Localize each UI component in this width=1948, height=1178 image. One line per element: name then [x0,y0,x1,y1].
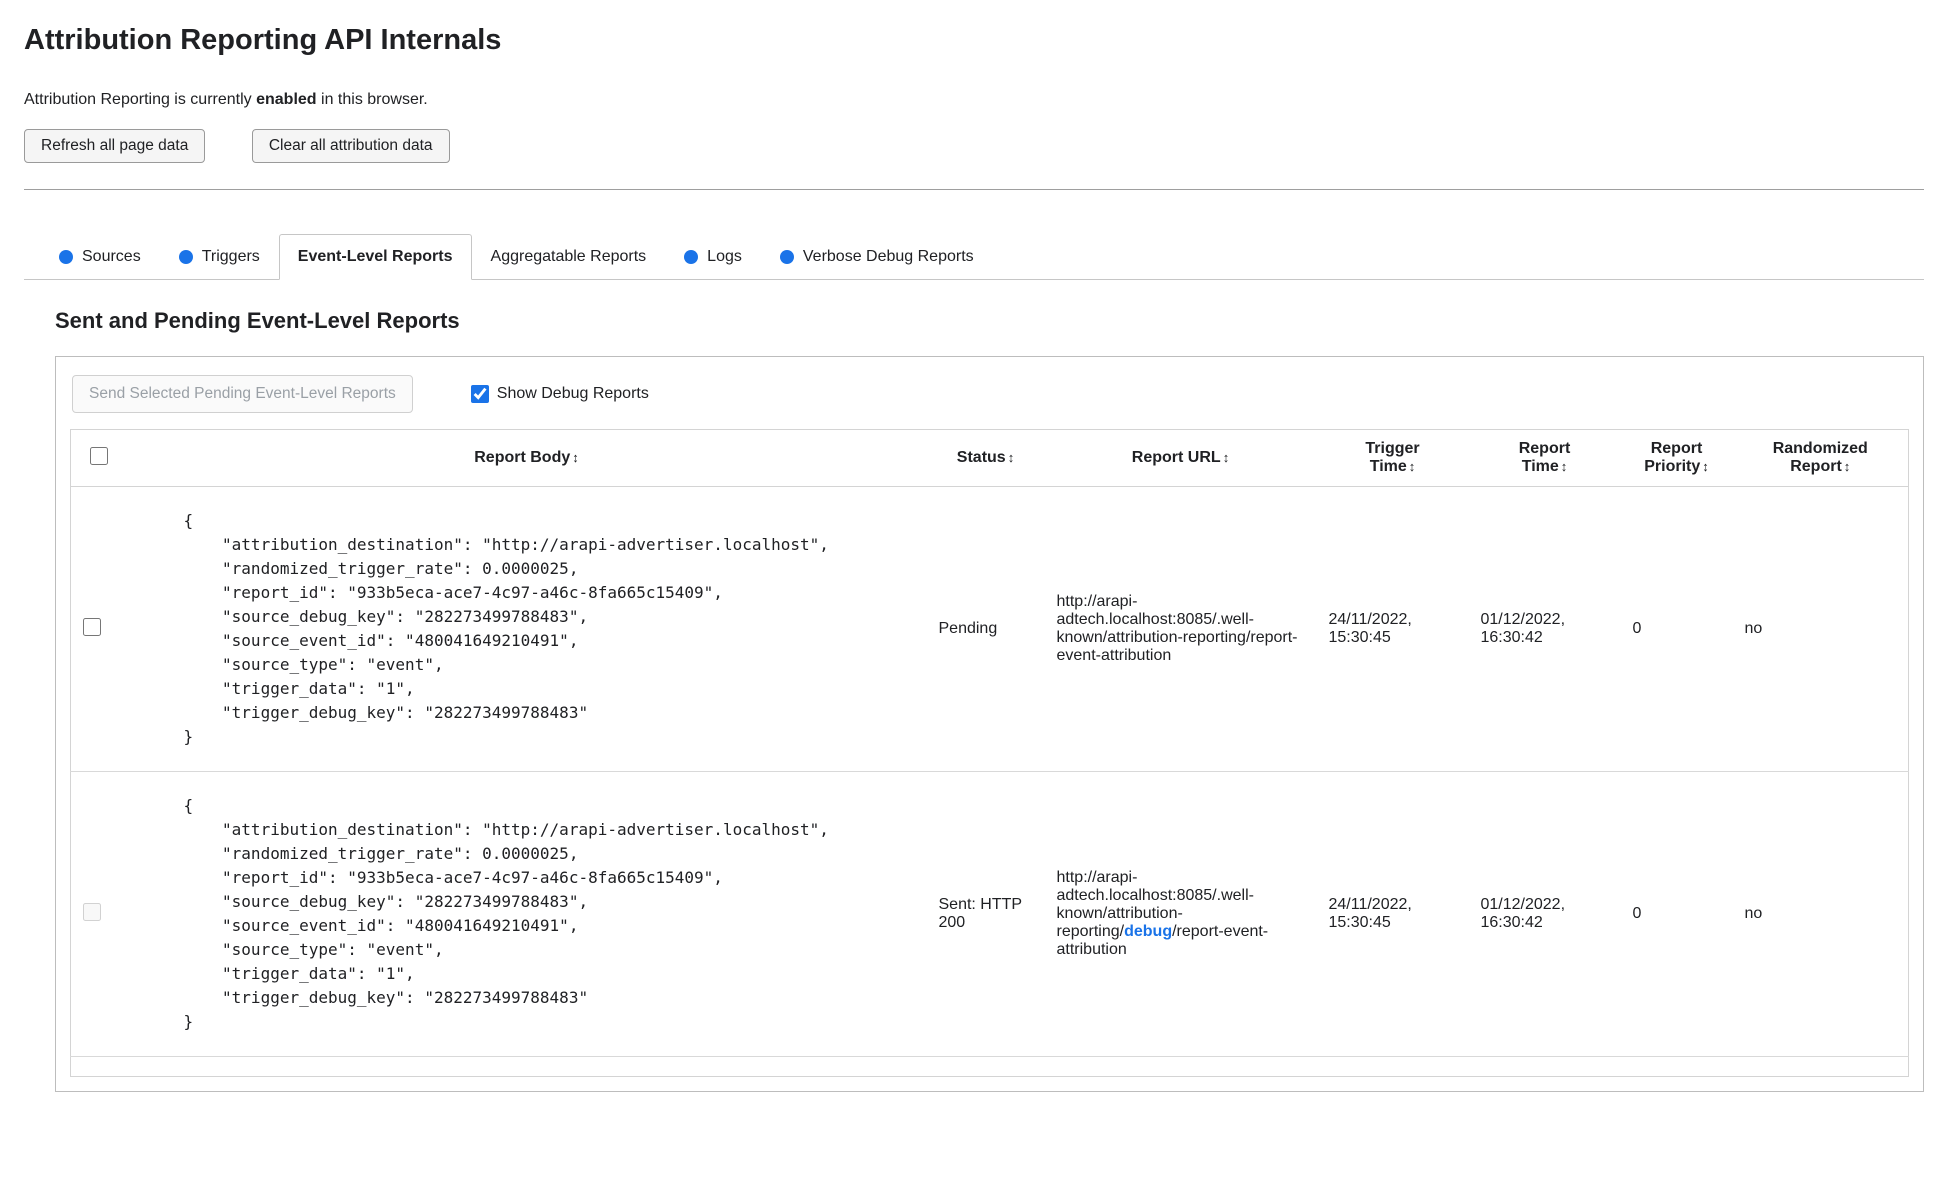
report-time-cell: 01/12/2022, 16:30:42 [1468,486,1621,772]
status-text-prefix: Attribution Reporting is currently [24,91,257,108]
show-debug-reports-toggle[interactable]: Show Debug Reports [470,385,649,403]
show-debug-reports-label: Show Debug Reports [496,385,649,402]
column-header-randomized-report[interactable]: Randomized Report ↕ [1732,429,1909,487]
refresh-all-page-data-button[interactable]: Refresh all page data [24,129,206,163]
sort-icon: ↕ [1560,459,1568,474]
column-header-report-time[interactable]: Report Time ↕ [1468,429,1621,487]
tab-triggers[interactable]: Triggers [160,234,279,280]
report-row-pending: { "attribution_destination": "http://ara… [70,486,1909,772]
tab-sources-label: Sources [82,248,141,265]
row-select-checkbox-disabled [83,902,101,921]
report-row-sent-debug: { "attribution_destination": "http://ara… [70,771,1909,1057]
tab-verbose-debug-reports[interactable]: Verbose Debug Reports [761,234,993,280]
report-url-cell: http://arapi-adtech.localhost:8085/.well… [1044,486,1317,772]
tab-triggers-label: Triggers [201,248,260,265]
randomized-report-cell: no [1732,486,1909,772]
clear-all-attribution-data-button[interactable]: Clear all attribution data [251,129,450,163]
reports-panel: Send Selected Pending Event-Level Report… [55,356,1924,1092]
report-priority-cell: 0 [1620,771,1733,1057]
sort-icon: ↕ [1408,459,1416,474]
status-cell: Sent: HTTP 200 [926,771,1045,1057]
sources-status-dot-icon [59,250,73,264]
tab-aggregatable-reports[interactable]: Aggregatable Reports [472,234,666,280]
event-level-reports-table: Report Body ↕ Status ↕ Report URL ↕ Trigger… [70,429,1909,1077]
tab-sources[interactable]: Sources [40,234,160,280]
randomized-report-cell: no [1732,771,1909,1057]
report-url-text: http://arapi-adtech.localhost:8085/.well… [1056,593,1298,664]
tab-event-level-reports[interactable]: Event-Level Reports [278,234,472,280]
status-enabled-text: enabled [256,91,317,108]
report-body-json: { "attribution_destination": "http://ara… [183,796,829,1031]
column-header-report-body[interactable]: Report Body ↕ [126,429,927,487]
sort-icon: ↕ [1222,450,1230,465]
top-buttons-row: Refresh all page data Clear all attribut… [24,129,1924,163]
sort-icon: ↕ [1007,450,1015,465]
tab-logs-label: Logs [707,248,742,265]
trigger-time-cell: 24/11/2022, 15:30:45 [1316,771,1469,1057]
tab-logs[interactable]: Logs [665,234,761,280]
select-all-checkbox[interactable] [89,446,108,465]
table-footer-spacer [71,1057,1909,1077]
divider [24,189,1924,190]
row-checkbox-cell [70,486,127,772]
column-header-trigger-time[interactable]: Trigger Time ↕ [1316,429,1469,487]
report-body-cell: { "attribution_destination": "http://ara… [126,771,927,1057]
attribution-internals-page: Attribution Reporting API Internals Attr… [0,0,1948,1116]
tab-content: Sent and Pending Event-Level Reports Sen… [55,308,1924,1092]
verbose-debug-status-dot-icon [779,250,794,264]
section-heading: Sent and Pending Event-Level Reports [55,308,460,333]
report-body-cell: { "attribution_destination": "http://ara… [126,486,927,772]
send-selected-pending-reports-button[interactable]: Send Selected Pending Event-Level Report… [72,375,413,413]
tab-event-level-reports-label: Event-Level Reports [297,248,453,265]
row-checkbox-cell [70,771,127,1057]
logs-status-dot-icon [684,250,699,264]
sort-icon: ↕ [1843,459,1851,474]
column-header-report-priority[interactable]: Report Priority ↕ [1620,429,1733,487]
debug-link[interactable]: debug [1124,923,1172,940]
sort-icon: ↕ [1702,459,1709,474]
panel-controls: Send Selected Pending Event-Level Report… [72,375,1909,413]
tab-aggregatable-reports-label: Aggregatable Reports [490,248,647,265]
status-text-suffix: in this browser. [316,91,428,108]
status-line: Attribution Reporting is currently enabl… [24,91,1924,109]
report-priority-cell: 0 [1620,486,1733,772]
report-time-cell: 01/12/2022, 16:30:42 [1468,771,1621,1057]
tab-verbose-debug-reports-label: Verbose Debug Reports [802,248,974,265]
row-select-checkbox[interactable] [83,617,101,636]
column-header-status[interactable]: Status ↕ [926,429,1045,487]
table-header-row: Report Body ↕ Status ↕ Report URL ↕ Trigger… [70,429,1909,487]
page-title: Attribution Reporting API Internals [24,24,502,56]
header-checkbox-cell [70,429,127,487]
triggers-status-dot-icon [178,250,193,264]
column-header-report-url[interactable]: Report URL ↕ [1044,429,1317,487]
sort-icon: ↕ [572,450,579,465]
status-cell: Pending [926,486,1045,772]
tab-bar: Sources Triggers Event-Level Reports Agg… [24,234,1924,280]
report-url-cell: http://arapi-adtech.localhost:8085/.well… [1044,771,1317,1057]
report-body-json: { "attribution_destination": "http://ara… [183,511,829,746]
show-debug-reports-checkbox[interactable] [470,385,489,403]
trigger-time-cell: 24/11/2022, 15:30:45 [1316,486,1469,772]
